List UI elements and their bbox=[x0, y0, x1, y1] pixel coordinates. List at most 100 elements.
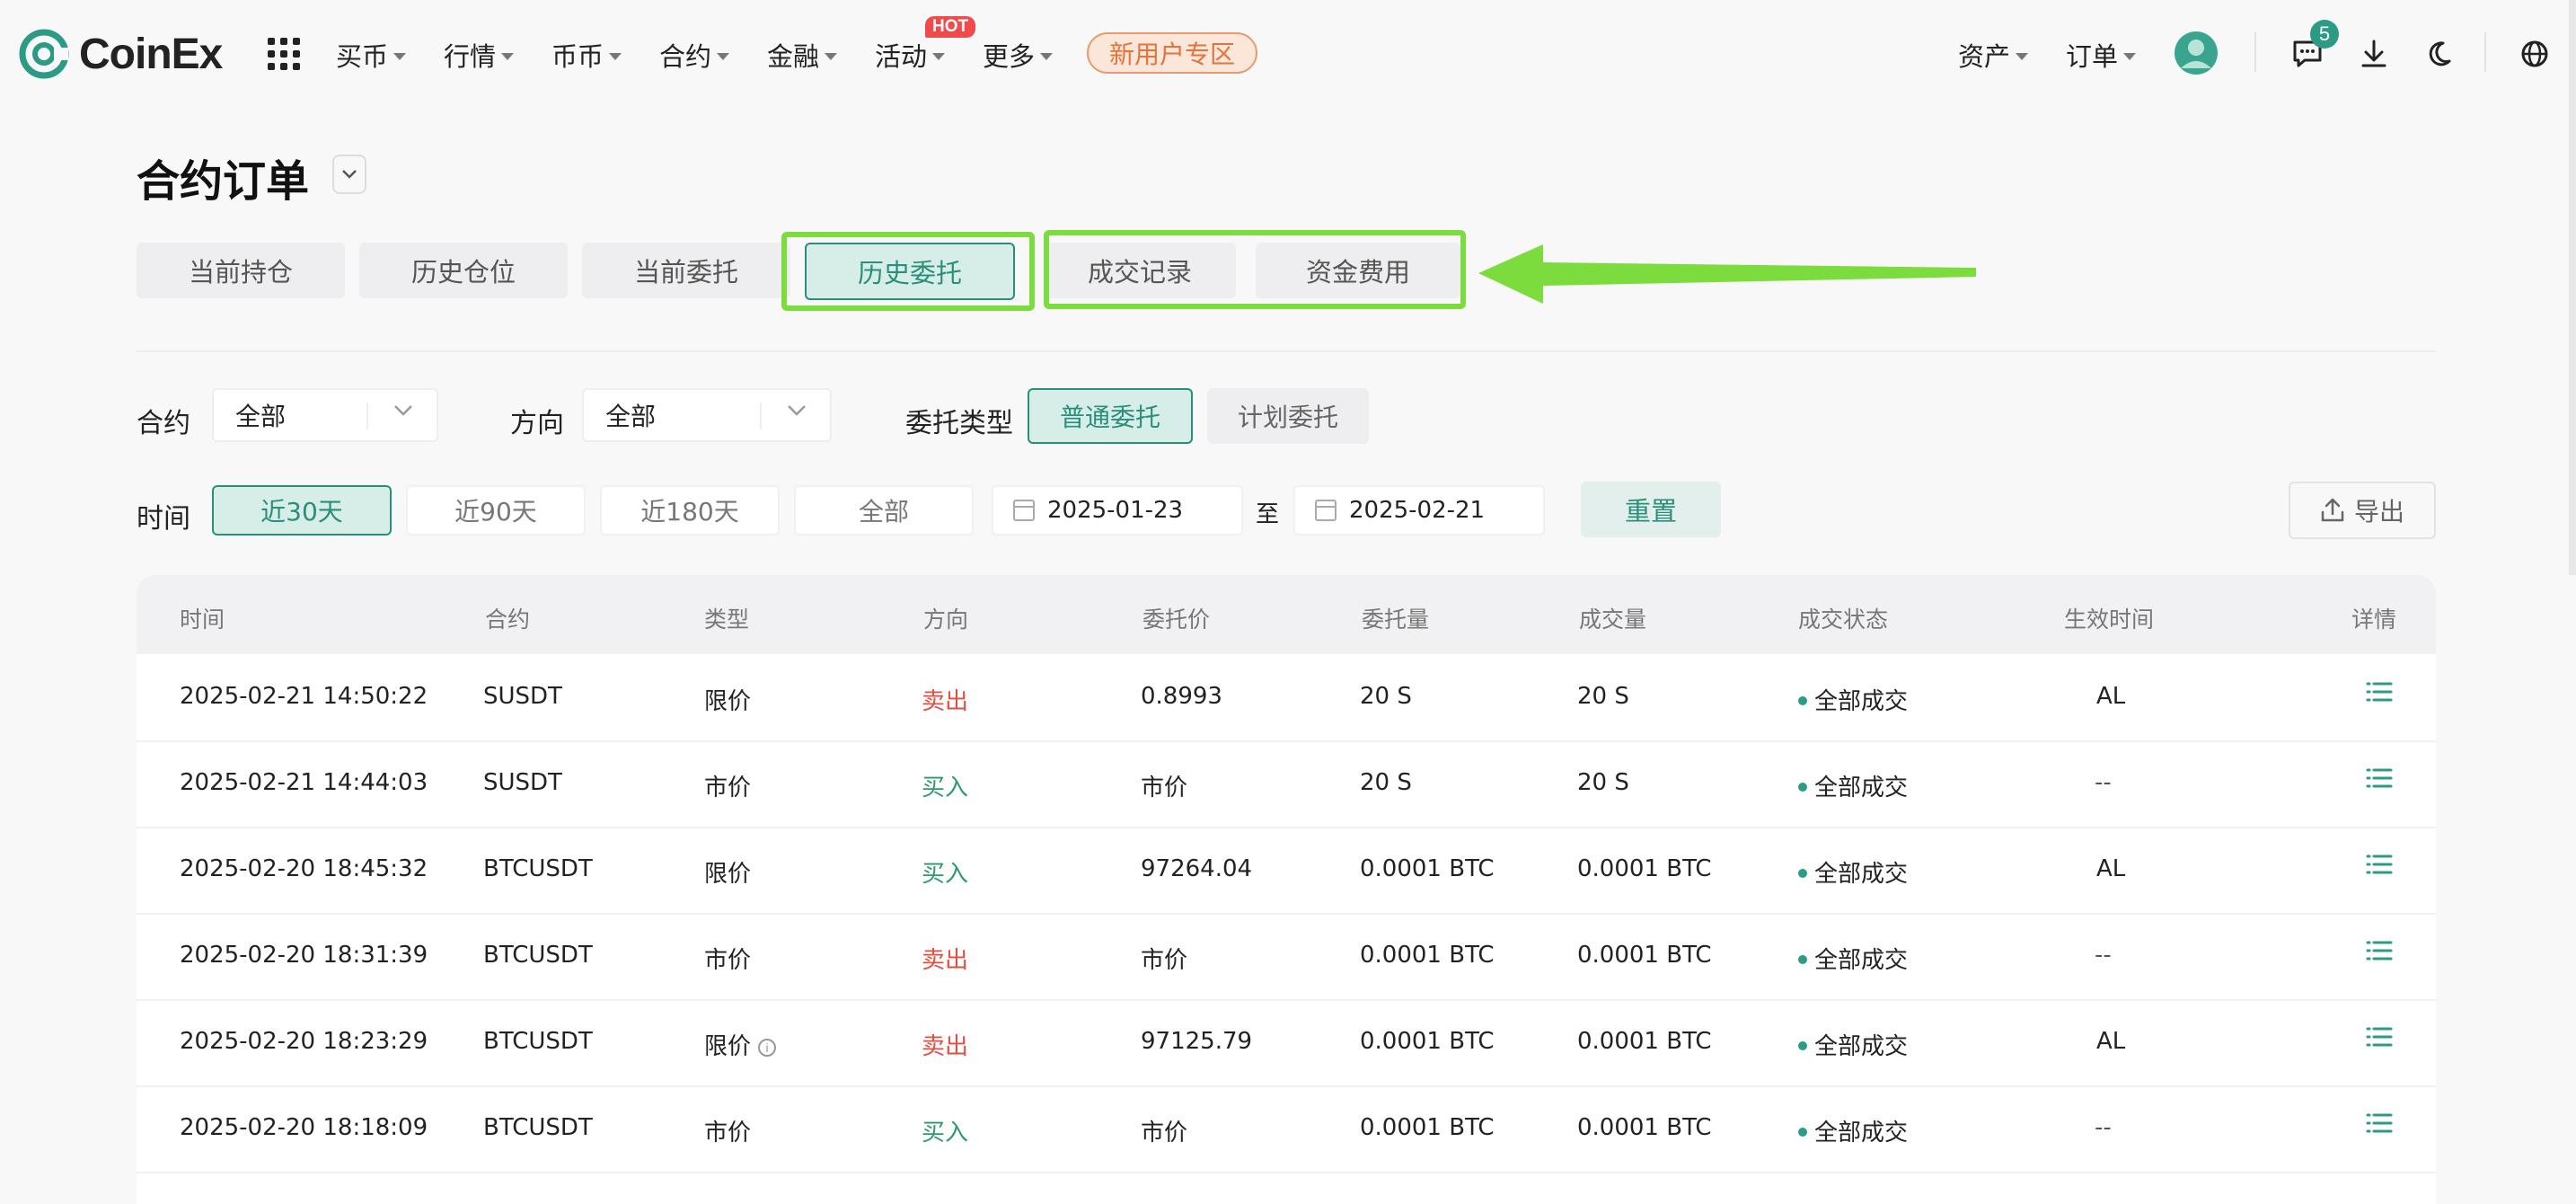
nav-futures[interactable]: 合约 bbox=[659, 36, 730, 74]
cell-side: 卖出 bbox=[922, 688, 969, 715]
cell-time: 2025-02-20 18:18:09 bbox=[180, 1114, 428, 1141]
details-list-icon[interactable] bbox=[2366, 854, 2393, 875]
cell-contract: BTCUSDT bbox=[483, 855, 593, 882]
cell-filled-qty: 0.0001 BTC bbox=[1577, 1114, 1712, 1141]
cell-contract: SUSDT bbox=[483, 769, 562, 796]
tab-open-orders[interactable]: 当前委托 bbox=[582, 243, 790, 298]
time-30d-button[interactable]: 近30天 bbox=[212, 485, 392, 536]
nav-label: 资产 bbox=[1958, 41, 2011, 72]
cell-order-price: 市价 bbox=[1141, 1120, 1188, 1146]
avatar[interactable] bbox=[2174, 31, 2219, 75]
export-button[interactable]: 导出 bbox=[2289, 482, 2436, 539]
direction-select[interactable]: 全部 bbox=[582, 388, 832, 442]
nav-buy-crypto[interactable]: 买币 bbox=[336, 36, 407, 74]
download-icon[interactable] bbox=[2360, 40, 2387, 68]
start-date-value: 2025-01-23 bbox=[1047, 497, 1184, 524]
col-header-status: 成交状态 bbox=[1798, 606, 1889, 633]
end-date-input[interactable]: 2025-02-21 bbox=[1293, 485, 1545, 536]
nav-more[interactable]: 更多 bbox=[983, 36, 1054, 74]
cell-status: 全部成交 bbox=[1798, 1114, 1908, 1147]
status-dot-icon bbox=[1798, 782, 1807, 792]
details-list-icon[interactable] bbox=[2366, 1026, 2393, 1048]
status-text: 全部成交 bbox=[1814, 1033, 1909, 1060]
trigger-order-button[interactable]: 计划委托 bbox=[1207, 388, 1369, 444]
col-header-order-price: 委托价 bbox=[1142, 606, 1211, 633]
start-date-input[interactable]: 2025-01-23 bbox=[992, 485, 1243, 536]
contract-select[interactable]: 全部 bbox=[212, 388, 438, 442]
globe-language-icon[interactable] bbox=[2520, 40, 2549, 68]
cell-time: 2025-02-21 14:44:03 bbox=[180, 769, 428, 796]
cell-time: 2025-02-21 14:50:22 bbox=[180, 683, 428, 710]
time-90d-button[interactable]: 近90天 bbox=[406, 485, 586, 536]
status-dot-icon bbox=[1798, 695, 1807, 705]
nav-label: 金融 bbox=[767, 41, 820, 72]
cell-filled-qty: 0.0001 BTC bbox=[1577, 942, 1712, 969]
nav-spot[interactable]: 币币 bbox=[551, 36, 622, 74]
nav-assets[interactable]: 资产 bbox=[1958, 36, 2029, 74]
details-list-icon[interactable] bbox=[2366, 940, 2393, 961]
cell-order-price: 0.8993 bbox=[1141, 683, 1222, 710]
cell-time: 2025-02-20 18:23:29 bbox=[180, 1028, 428, 1055]
nav-label: 行情 bbox=[444, 41, 497, 72]
cell-side: 买入 bbox=[922, 775, 969, 801]
cell-time: 2025-02-20 18:31:39 bbox=[180, 942, 428, 969]
cell-status: 全部成交 bbox=[1798, 942, 1908, 975]
apps-grid-icon[interactable] bbox=[268, 38, 300, 70]
cell-effective-time: -- bbox=[2095, 769, 2112, 796]
calendar-icon bbox=[1315, 500, 1337, 521]
col-header-side: 方向 bbox=[923, 606, 969, 633]
cell-side: 买入 bbox=[922, 861, 969, 888]
coinex-logo[interactable]: CoinEx bbox=[18, 25, 223, 83]
time-all-button[interactable]: 全部 bbox=[794, 485, 974, 536]
status-text: 全部成交 bbox=[1814, 947, 1909, 974]
regular-order-button[interactable]: 普通委托 bbox=[1028, 388, 1193, 444]
nav-markets[interactable]: 行情 bbox=[444, 36, 515, 74]
cell-filled-qty: 20 S bbox=[1577, 769, 1629, 796]
time-filter-label: 时间 bbox=[137, 503, 190, 535]
col-header-details: 详情 bbox=[2351, 606, 2397, 633]
details-list-icon[interactable] bbox=[2366, 681, 2393, 703]
new-user-promo-button[interactable]: 新用户专区 bbox=[1087, 32, 1257, 74]
end-date-value: 2025-02-21 bbox=[1349, 497, 1486, 524]
table-row: 2025-02-20 18:31:39 BTCUSDT 市价 卖出 市价 0.0… bbox=[137, 913, 2436, 1001]
cell-type: 限价 bbox=[704, 861, 752, 888]
chevron-down-icon bbox=[825, 52, 838, 60]
nav-label: 更多 bbox=[983, 41, 1036, 72]
details-list-icon[interactable] bbox=[2366, 1112, 2393, 1134]
col-header-order-qty: 委托量 bbox=[1362, 606, 1430, 633]
dark-mode-moon-icon[interactable] bbox=[2425, 40, 2452, 68]
table-row: 2025-02-20 18:45:32 BTCUSDT 限价 买入 97264.… bbox=[137, 827, 2436, 915]
title-dropdown-button[interactable] bbox=[332, 155, 366, 194]
chevron-down-icon bbox=[609, 52, 622, 60]
page-scrollbar[interactable] bbox=[2569, 0, 2576, 575]
tab-current-positions[interactable]: 当前持仓 bbox=[137, 243, 345, 298]
col-header-type: 类型 bbox=[704, 606, 750, 633]
cell-order-qty: 0.0001 BTC bbox=[1360, 942, 1495, 969]
export-upload-icon bbox=[2321, 498, 2344, 522]
reset-button[interactable]: 重置 bbox=[1581, 482, 1721, 537]
nav-label: 活动 bbox=[875, 41, 928, 72]
nav-label: 币币 bbox=[551, 41, 604, 72]
time-180d-button[interactable]: 近180天 bbox=[600, 485, 780, 536]
cell-order-qty: 20 S bbox=[1360, 683, 1412, 710]
chevron-down-icon bbox=[788, 405, 806, 416]
chevron-down-icon bbox=[1040, 52, 1054, 60]
tab-position-history[interactable]: 历史仓位 bbox=[359, 243, 568, 298]
info-icon[interactable]: i bbox=[758, 1038, 777, 1057]
cell-contract: BTCUSDT bbox=[483, 1114, 593, 1141]
nav-orders[interactable]: 订单 bbox=[2066, 36, 2137, 74]
cell-type: 限价 i bbox=[704, 1028, 777, 1061]
cell-contract: BTCUSDT bbox=[483, 1028, 593, 1055]
status-text: 全部成交 bbox=[1814, 775, 1909, 801]
nav-activities[interactable]: 活动 bbox=[875, 36, 946, 74]
cell-order-qty: 0.0001 BTC bbox=[1360, 1114, 1495, 1141]
order-history-table: 时间 合约 类型 方向 委托价 委托量 成交量 成交状态 生效时间 详情 202… bbox=[137, 575, 2436, 1204]
col-header-filled-qty: 成交量 bbox=[1579, 606, 1647, 633]
cell-contract: SUSDT bbox=[483, 683, 562, 710]
details-list-icon[interactable] bbox=[2366, 767, 2393, 789]
cell-order-price: 97264.04 bbox=[1141, 855, 1253, 882]
cell-effective-time: AL bbox=[2096, 1028, 2126, 1055]
nav-finance[interactable]: 金融 bbox=[767, 36, 838, 74]
cell-status: 全部成交 bbox=[1798, 1028, 1908, 1061]
order-type-label: 委托类型 bbox=[905, 408, 1013, 439]
